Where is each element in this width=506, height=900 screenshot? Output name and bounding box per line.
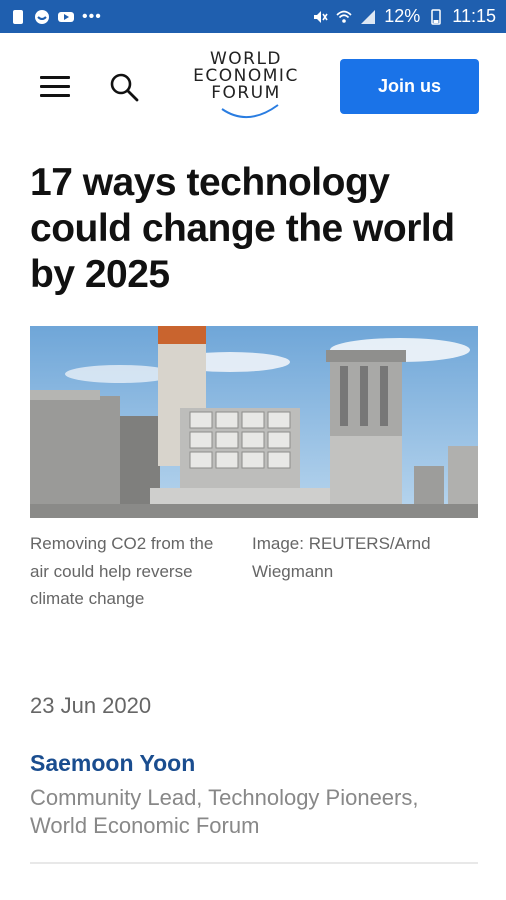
author-name-link[interactable]: Saemoon Yoon: [30, 750, 195, 777]
logo-line-3: FORUM: [211, 83, 281, 103]
status-right-icons: 12% 11:15: [312, 6, 496, 27]
image-caption: Removing CO2 from the air could help rev…: [30, 534, 214, 608]
divider: [30, 862, 478, 864]
search-icon[interactable]: [108, 71, 140, 103]
wifi-icon: [336, 10, 352, 23]
wef-logo[interactable]: WORLD ECONOMIC FORUM: [186, 51, 306, 125]
mute-icon: [314, 10, 328, 23]
logo-swoosh-icon: [221, 104, 279, 119]
battery-percent: 12%: [384, 6, 421, 26]
site-header: WORLD ECONOMIC FORUM Join us: [0, 33, 506, 143]
publish-date: 23 Jun 2020: [30, 693, 152, 718]
clock-time: 11:15: [452, 6, 496, 26]
status-bar: ••• 12% 11:15: [0, 0, 506, 33]
join-us-button[interactable]: Join us: [340, 59, 479, 114]
author-role: Community Lead, Technology Pioneers, Wor…: [30, 785, 419, 838]
hamburger-menu-icon[interactable]: [40, 76, 70, 98]
article-hero-image: [30, 326, 478, 518]
chat-bubble-icon: [35, 9, 49, 24]
youtube-icon: [58, 11, 74, 22]
signal-icon: [361, 9, 376, 24]
battery-icon: [431, 8, 442, 25]
notification-app-icon: [13, 9, 23, 24]
more-notifications-icon: •••: [82, 7, 102, 25]
article-title: 17 ways technology could change the worl…: [30, 161, 455, 296]
image-credit: Image: REUTERS/Arnd Wiegmann: [252, 534, 431, 581]
status-left-icons: •••: [10, 8, 102, 26]
